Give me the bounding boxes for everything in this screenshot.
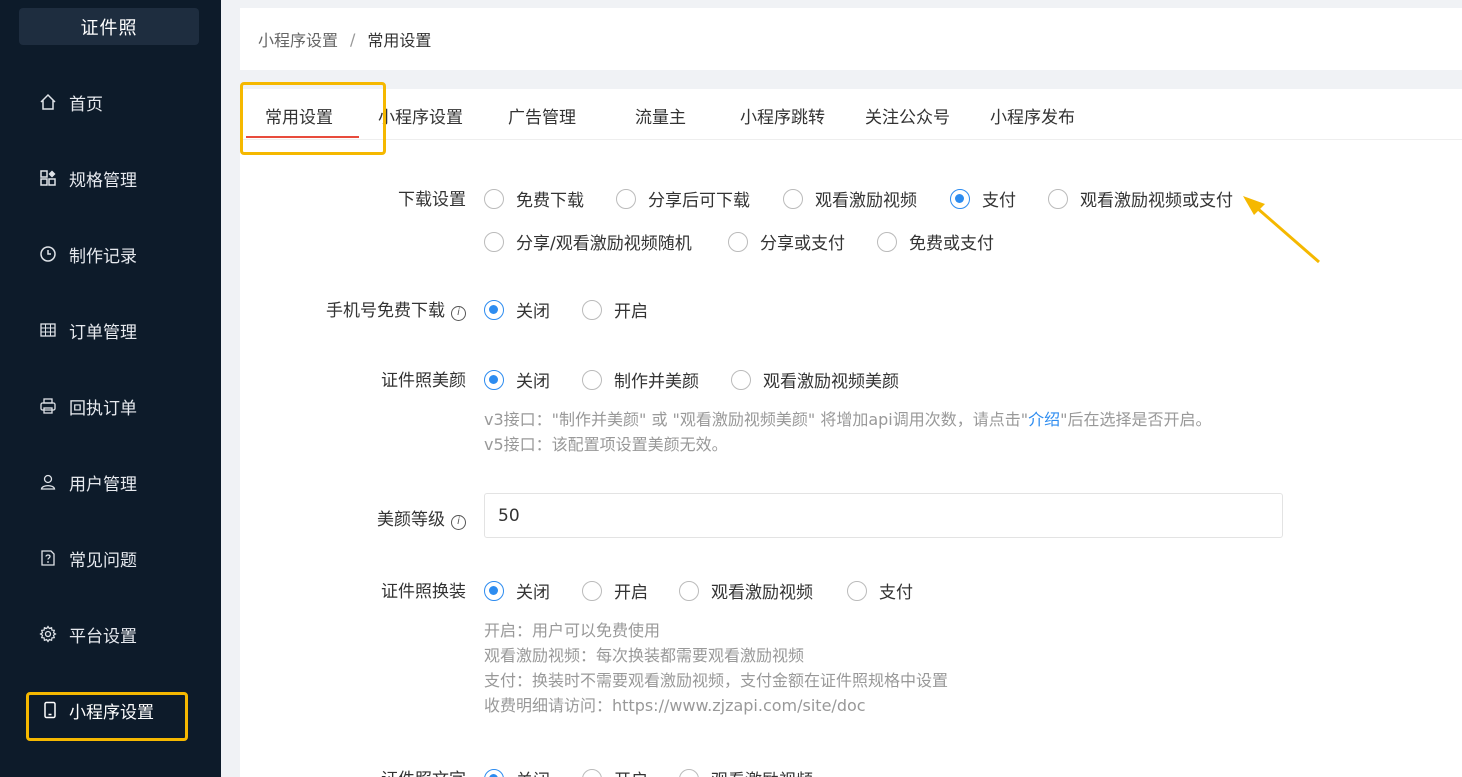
radio-dot[interactable] — [728, 231, 748, 252]
radio-dot[interactable] — [484, 231, 504, 252]
radio-dot[interactable] — [484, 369, 504, 390]
printer-icon — [38, 396, 58, 416]
text-option-on[interactable]: 开启 — [582, 766, 648, 777]
breadcrumb-separator: / — [350, 29, 356, 49]
download-option-free[interactable]: 免费下载 — [484, 186, 584, 211]
sidebar-active-highlight — [26, 692, 188, 741]
download-option-reward-video[interactable]: 观看激励视频 — [783, 186, 917, 211]
radio-dot[interactable] — [582, 768, 602, 777]
app-logo[interactable]: 证件照 — [19, 8, 199, 45]
outfit-option-pay[interactable]: 支付 — [847, 578, 913, 603]
radio-dot[interactable] — [484, 580, 504, 601]
radio-dot[interactable] — [582, 299, 602, 320]
radio-dot[interactable] — [616, 188, 636, 209]
beauty-hint: v3接口："制作并美颜" 或 "观看激励视频美颜" 将增加api调用次数，请点击… — [484, 410, 1212, 454]
question-icon — [38, 548, 58, 568]
sidebar-item-label: 常见问题 — [69, 550, 137, 571]
info-icon[interactable]: i — [451, 306, 466, 321]
download-option-free-or-pay[interactable]: 免费或支付 — [877, 229, 994, 254]
download-option-share[interactable]: 分享后可下载 — [616, 186, 750, 211]
radio-dot[interactable] — [783, 188, 803, 209]
radio-dot[interactable] — [582, 369, 602, 390]
download-option-share-or-pay[interactable]: 分享或支付 — [728, 229, 845, 254]
radio-dot[interactable] — [950, 188, 970, 209]
main-area: 小程序设置 / 常用设置 常用设置 小程序设置 广告管理 流量主 小程序跳转 关… — [221, 0, 1462, 777]
radio-dot[interactable] — [1048, 188, 1068, 209]
download-option-pay[interactable]: 支付 — [950, 186, 1016, 211]
sidebar: 证件照 首页 规格管理 制作记录 订单管理 回执订单 用户管理 常见问题 平台设… — [0, 0, 221, 777]
clock-icon — [38, 244, 58, 264]
outfit-change-label: 证件照换装 — [381, 582, 466, 602]
radio-dot[interactable] — [731, 369, 751, 390]
tab-traffic-owner[interactable]: 流量主 — [635, 103, 686, 128]
sidebar-item-faq[interactable]: 常见问题 — [0, 538, 221, 578]
active-tab-highlight — [240, 82, 386, 155]
grid-icon — [38, 168, 58, 188]
sidebar-item-label: 平台设置 — [69, 626, 137, 647]
radio-dot[interactable] — [582, 580, 602, 601]
tab-bar: 常用设置 小程序设置 广告管理 流量主 小程序跳转 关注公众号 小程序发布 — [240, 82, 1462, 155]
annotation-arrow-icon — [1243, 196, 1320, 264]
radio-dot[interactable] — [484, 768, 504, 777]
phone-free-download-label: 手机号免费下载 i — [326, 296, 466, 321]
sidebar-item-label: 规格管理 — [69, 170, 137, 191]
download-option-video-or-pay[interactable]: 观看激励视频或支付 — [1048, 186, 1233, 211]
sidebar-item-label: 用户管理 — [69, 474, 137, 495]
breadcrumb-parent[interactable]: 小程序设置 — [258, 27, 338, 51]
phone-free-option-off[interactable]: 关闭 — [484, 297, 550, 322]
breadcrumb: 小程序设置 / 常用设置 — [240, 8, 1462, 70]
user-icon — [38, 472, 58, 492]
tab-miniprogram-publish[interactable]: 小程序发布 — [990, 103, 1075, 128]
download-settings-label: 下载设置 — [398, 190, 466, 210]
radio-dot[interactable] — [484, 299, 504, 320]
breadcrumb-current: 常用设置 — [367, 31, 432, 50]
home-icon — [38, 92, 58, 112]
photo-text-label: 证件照文字 — [381, 765, 466, 777]
beauty-level-label: 美颜等级 i — [377, 505, 466, 530]
beauty-option-off[interactable]: 关闭 — [484, 367, 550, 392]
outfit-option-off[interactable]: 关闭 — [484, 578, 550, 603]
info-icon[interactable]: i — [451, 515, 466, 530]
download-option-share-video-random[interactable]: 分享/观看激励视频随机 — [484, 229, 692, 254]
sidebar-item-records[interactable]: 制作记录 — [0, 234, 221, 274]
tab-miniprogram-jump[interactable]: 小程序跳转 — [740, 103, 825, 128]
text-option-off[interactable]: 关闭 — [484, 766, 550, 777]
table-icon — [38, 320, 58, 340]
outfit-option-on[interactable]: 开启 — [582, 578, 648, 603]
beauty-option-make-and-beautify[interactable]: 制作并美颜 — [582, 367, 699, 392]
outfit-hint: 开启：用户可以免费使用 观看激励视频：每次换装都需要观看激励视频 支付：换装时不… — [484, 621, 949, 715]
tab-miniprogram-settings[interactable]: 小程序设置 — [378, 103, 463, 128]
sidebar-item-platform-settings[interactable]: 平台设置 — [0, 614, 221, 654]
sidebar-item-home[interactable]: 首页 — [0, 82, 221, 122]
radio-dot[interactable] — [679, 580, 699, 601]
sidebar-item-label: 制作记录 — [69, 246, 137, 267]
radio-dot[interactable] — [877, 231, 897, 252]
sidebar-item-label: 首页 — [69, 94, 103, 115]
outfit-option-reward-video[interactable]: 观看激励视频 — [679, 578, 813, 603]
sidebar-item-orders[interactable]: 订单管理 — [0, 310, 221, 350]
gear-icon — [38, 624, 58, 644]
phone-free-option-on[interactable]: 开启 — [582, 297, 648, 322]
sidebar-item-receipts[interactable]: 回执订单 — [0, 386, 221, 426]
radio-dot[interactable] — [847, 580, 867, 601]
sidebar-item-users[interactable]: 用户管理 — [0, 462, 221, 502]
sidebar-item-label: 订单管理 — [69, 322, 137, 343]
text-option-reward-video[interactable]: 观看激励视频 — [679, 766, 813, 777]
beauty-label: 证件照美颜 — [381, 371, 466, 391]
beauty-option-video-beautify[interactable]: 观看激励视频美颜 — [731, 367, 899, 392]
radio-dot[interactable] — [484, 188, 504, 209]
intro-link[interactable]: 介绍 — [1028, 410, 1060, 429]
tab-ad-management[interactable]: 广告管理 — [508, 103, 576, 128]
radio-dot[interactable] — [679, 768, 699, 777]
beauty-level-input[interactable] — [484, 493, 1283, 538]
tab-follow-official-account[interactable]: 关注公众号 — [865, 103, 950, 128]
sidebar-item-specs[interactable]: 规格管理 — [0, 158, 221, 198]
sidebar-item-label: 回执订单 — [69, 398, 137, 419]
